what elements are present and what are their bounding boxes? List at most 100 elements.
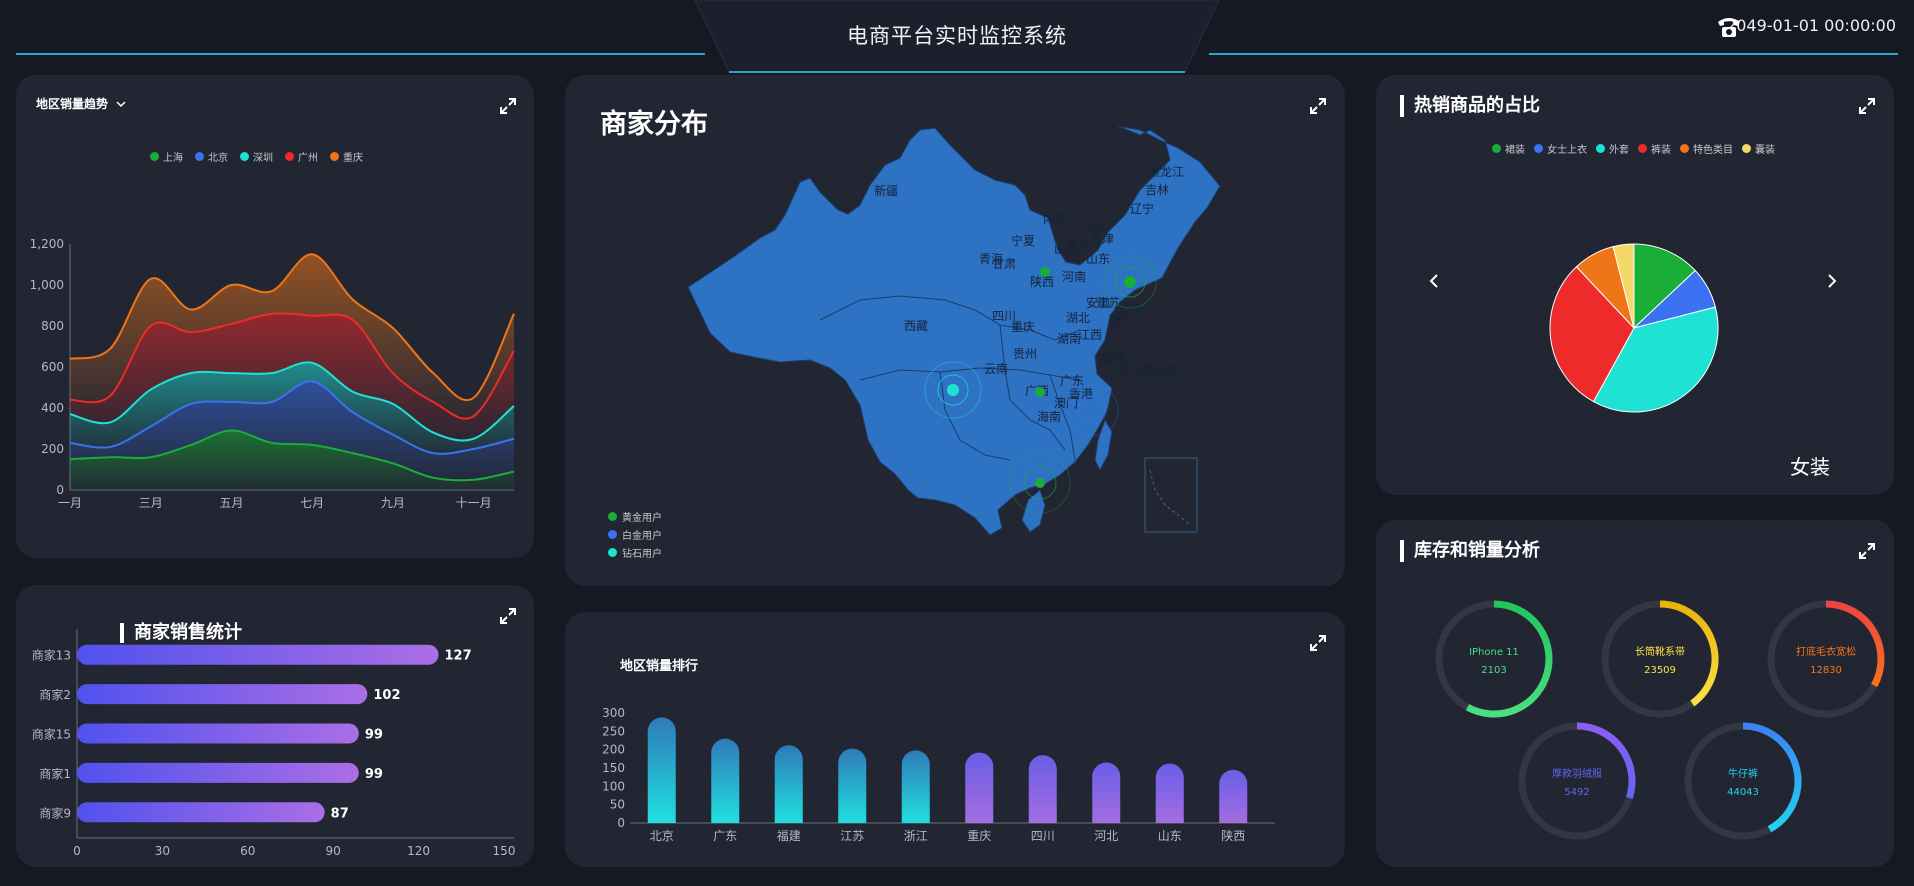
category-label: 商家15	[32, 727, 71, 742]
x-tick-label: 广东	[713, 829, 737, 843]
y-tick-label: 200	[602, 743, 625, 757]
bar	[1155, 763, 1184, 823]
ranking-chart: 0 50 100 150 200 250 300 北京 广东 福建 江苏 浙江 重庆 四川 河北 山东 陕西	[602, 706, 1275, 843]
category-label: 商家9	[39, 805, 71, 820]
x-tick-label: 四川	[1031, 829, 1055, 843]
y-tick-label: 1,000	[30, 278, 64, 292]
x-tick-label: 浙江	[904, 829, 928, 843]
x-tick-label: 30	[155, 844, 170, 858]
datetime-text: 2049-01-01 00:00:00	[1726, 16, 1896, 35]
ring-value: 23509	[1644, 665, 1676, 676]
x-tick-label: 90	[326, 844, 341, 858]
ring-name: 牛仔裤	[1728, 767, 1758, 780]
ring-value: 12830	[1810, 665, 1842, 676]
trend-chart: 0 200 400 600 800 1,000 1,200 一月 三月 五月 七月 九月 十一月	[30, 237, 515, 510]
map-title: 商家分布	[600, 109, 708, 140]
bar-value-label: 99	[365, 767, 383, 782]
map-legend-item[interactable]: 钻石用户	[608, 543, 662, 561]
seller-panel: 商家销售统计 0 30 60 90 120 150 商家13 127 商家2 102 商家15 99 商…	[16, 585, 534, 867]
map-legend: 黄金用户白金用户钻石用户	[608, 507, 662, 561]
bar-value-label: 127	[445, 649, 472, 664]
bar	[77, 644, 439, 665]
y-tick-label: 300	[602, 706, 625, 720]
category-label: 商家1	[39, 766, 71, 781]
y-tick-label: 0	[617, 816, 625, 830]
bar	[774, 745, 803, 823]
map-legend-item[interactable]: 白金用户	[608, 525, 662, 543]
ring-value: 2103	[1481, 665, 1506, 676]
x-tick-label: 山东	[1158, 829, 1182, 843]
hot-current-label: 女装	[1790, 455, 1830, 479]
legend-dot	[608, 547, 617, 557]
legend-dot	[608, 511, 617, 521]
bar-value-label: 87	[331, 806, 349, 821]
clock: 2049-01-01 00:00:00	[1716, 16, 1896, 37]
bar	[77, 802, 325, 823]
x-tick-label: 河北	[1094, 829, 1118, 843]
map-panel: 商家分布 黄金用户白金用户钻石用户	[565, 75, 1345, 586]
x-tick-label: 60	[240, 844, 255, 858]
x-tick-label: 120	[407, 844, 430, 858]
bar	[901, 750, 930, 823]
legend-label: 白金用户	[622, 530, 662, 542]
y-tick-label: 0	[56, 483, 64, 497]
y-tick-label: 800	[41, 319, 64, 333]
y-tick-label: 100	[602, 779, 625, 793]
ring-value: 5492	[1564, 787, 1589, 798]
expand-icon[interactable]	[1309, 97, 1327, 115]
bar	[77, 723, 359, 744]
x-tick-label: 江苏	[840, 829, 864, 843]
bar	[838, 748, 867, 823]
ring-name: 打底毛衣宽松	[1796, 645, 1856, 658]
x-tick-label: 五月	[219, 496, 243, 510]
bar	[77, 762, 359, 783]
bar-value-label: 102	[373, 688, 400, 703]
y-tick-label: 400	[41, 401, 64, 415]
x-tick-label: 三月	[139, 496, 163, 510]
ring-name: IPhone 11	[1469, 647, 1519, 658]
y-tick-label: 1,200	[30, 237, 64, 251]
x-tick-label: 北京	[650, 829, 674, 843]
trend-panel: 地区销量趋势 上海 北京 深圳 广州 重庆 0 200 400 600 800 1,000 1,20…	[16, 75, 534, 558]
stock-rings: IPhone 11 2103 长筒靴系带 23509 打底毛衣宽松 12830 厚款羽绒服 5…	[1435, 600, 1885, 840]
hot-panel: 热销商品的占比 裙装 女士上衣 外套 裤装 特色类目 囊装 女装	[1376, 75, 1894, 495]
bar	[711, 738, 740, 823]
bar	[1028, 755, 1057, 823]
ring-name: 厚款羽绒服	[1552, 767, 1602, 780]
ring-progress	[1465, 600, 1553, 718]
x-tick-label: 福建	[777, 828, 801, 843]
bar	[965, 752, 994, 823]
bar	[1219, 769, 1248, 823]
ranking-panel: 地区销量排行 0 50 100 150 200 250 300 北京 广东 福建 江苏 浙江 重庆 四川河…	[565, 612, 1345, 867]
category-label: 商家2	[39, 687, 71, 702]
legend-label: 黄金用户	[622, 512, 662, 524]
x-tick-label: 九月	[381, 496, 405, 510]
ring-value: 44043	[1727, 787, 1759, 798]
seller-chart: 0 30 60 90 120 150 商家13 127 商家2 102 商家15 99 商家1 99 商家9…	[32, 629, 516, 858]
y-tick-label: 600	[41, 360, 64, 374]
y-tick-label: 250	[602, 724, 625, 738]
bar-value-label: 99	[365, 728, 383, 743]
x-tick-label: 陕西	[1221, 828, 1245, 843]
y-tick-label: 50	[610, 798, 625, 812]
pie-chart	[1549, 243, 1719, 413]
bar	[1092, 762, 1121, 823]
ring-name: 长筒靴系带	[1635, 645, 1685, 658]
category-label: 商家13	[32, 648, 71, 663]
x-tick-label: 重庆	[967, 829, 991, 843]
legend-label: 钻石用户	[622, 548, 662, 560]
header: 电商平台实时监控系统 2049-01-01 00:00:00	[0, 0, 1914, 75]
y-tick-label: 150	[602, 761, 625, 775]
x-tick-label: 七月	[300, 496, 324, 510]
legend-dot	[608, 529, 617, 539]
bar	[77, 684, 368, 705]
x-tick-label: 十一月	[456, 496, 492, 510]
page-title: 电商平台实时监控系统	[847, 24, 1067, 48]
map-legend-item[interactable]: 黄金用户	[608, 507, 662, 525]
bar	[647, 717, 676, 823]
stock-panel: 库存和销量分析 IPhone 11 2103 长筒靴系带 23509 打底毛衣宽松 128…	[1376, 520, 1894, 867]
y-tick-label: 200	[41, 442, 64, 456]
x-tick-label: 一月	[58, 496, 82, 510]
x-tick-label: 150	[493, 844, 516, 858]
x-tick-label: 0	[73, 844, 81, 858]
